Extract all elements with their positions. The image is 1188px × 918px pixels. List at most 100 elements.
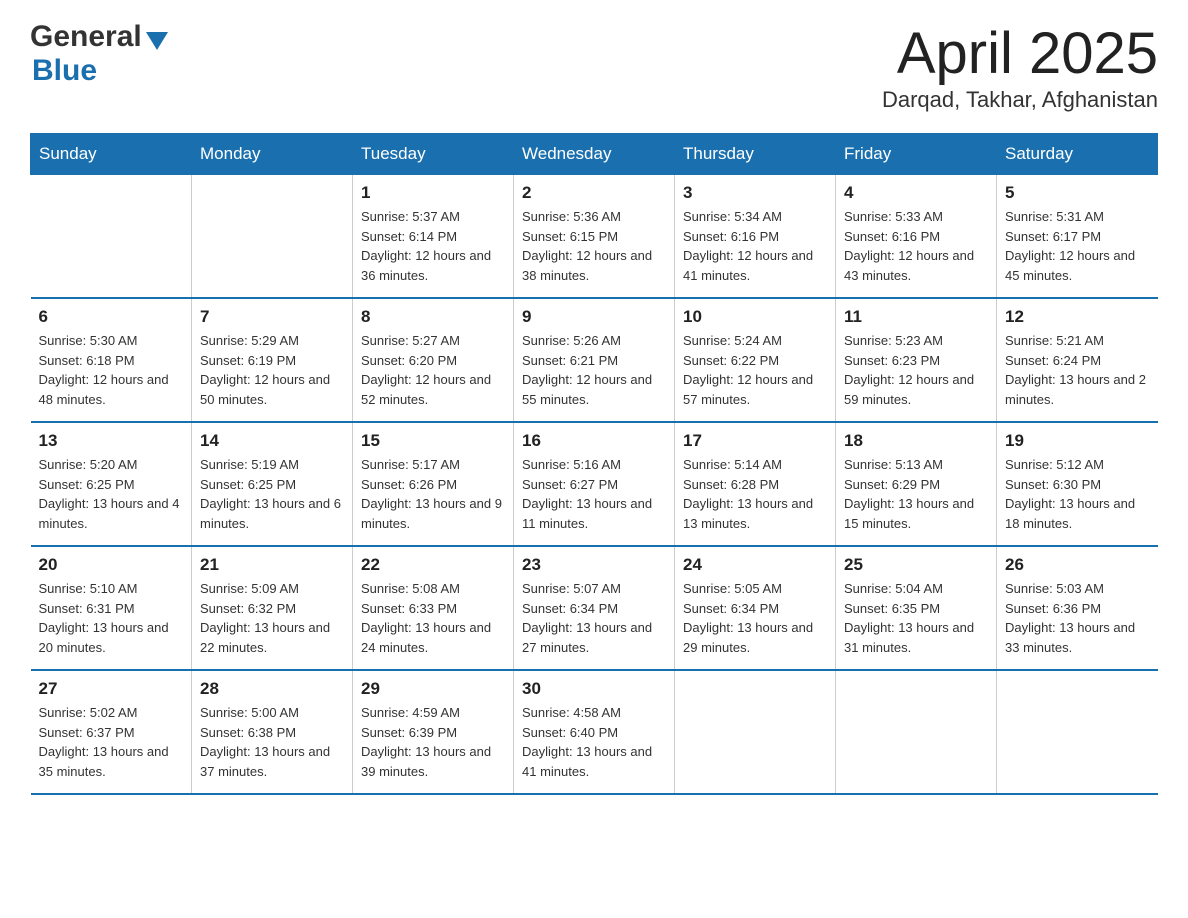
day-cell: 7Sunrise: 5:29 AMSunset: 6:19 PMDaylight… <box>192 298 353 422</box>
day-cell: 17 Sunrise: 5:14 AMSunset: 6:28 PMDayligh… <box>675 422 836 546</box>
day-info: Sunrise: 5:23 AMSunset: 6:23 PMDaylight:… <box>844 331 988 409</box>
day-cell: 11 Sunrise: 5:23 AMSunset: 6:23 PMDayligh… <box>836 298 997 422</box>
day-info: Sunrise: 5:24 AMSunset: 6:22 PMDaylight:… <box>683 331 827 409</box>
logo-arrow-icon <box>146 32 168 50</box>
week-row-1: 6Sunrise: 5:30 AMSunset: 6:18 PMDaylight… <box>31 298 1158 422</box>
day-info: Sunrise: 5:10 AMSunset: 6:31 PMDaylight:… <box>39 579 184 657</box>
week-row-0: 1 Sunrise: 5:37 AMSunset: 6:14 PMDaylight… <box>31 175 1158 299</box>
location-title: Darqad, Takhar, Afghanistan <box>882 87 1158 113</box>
day-cell: 6Sunrise: 5:30 AMSunset: 6:18 PMDaylight… <box>31 298 192 422</box>
day-cell: 29 Sunrise: 4:59 AMSunset: 6:39 PMDayligh… <box>353 670 514 794</box>
header-wednesday: Wednesday <box>514 134 675 175</box>
day-number: 23 <box>522 555 666 575</box>
day-info: Sunrise: 5:14 AMSunset: 6:28 PMDaylight:… <box>683 455 827 533</box>
day-number: 1 <box>361 183 505 203</box>
day-info: Sunrise: 5:27 AMSunset: 6:20 PMDaylight:… <box>361 331 505 409</box>
day-cell: 4Sunrise: 5:33 AMSunset: 6:16 PMDaylight… <box>836 175 997 299</box>
day-info: Sunrise: 5:21 AMSunset: 6:24 PMDaylight:… <box>1005 331 1150 409</box>
day-cell <box>675 670 836 794</box>
week-row-4: 27 Sunrise: 5:02 AMSunset: 6:37 PMDayligh… <box>31 670 1158 794</box>
day-info: Sunrise: 5:13 AMSunset: 6:29 PMDaylight:… <box>844 455 988 533</box>
day-cell: 5 Sunrise: 5:31 AMSunset: 6:17 PMDaylight… <box>997 175 1158 299</box>
day-info: Sunrise: 5:09 AMSunset: 6:32 PMDaylight:… <box>200 579 344 657</box>
day-number: 14 <box>200 431 344 451</box>
day-number: 3 <box>683 183 827 203</box>
day-cell: 28 Sunrise: 5:00 AMSunset: 6:38 PMDayligh… <box>192 670 353 794</box>
day-info: Sunrise: 5:19 AMSunset: 6:25 PMDaylight:… <box>200 455 344 533</box>
day-cell: 13Sunrise: 5:20 AMSunset: 6:25 PMDayligh… <box>31 422 192 546</box>
day-info: Sunrise: 5:37 AMSunset: 6:14 PMDaylight:… <box>361 207 505 285</box>
week-row-2: 13Sunrise: 5:20 AMSunset: 6:25 PMDayligh… <box>31 422 1158 546</box>
day-number: 11 <box>844 307 988 327</box>
day-cell: 30Sunrise: 4:58 AMSunset: 6:40 PMDayligh… <box>514 670 675 794</box>
day-info: Sunrise: 5:12 AMSunset: 6:30 PMDaylight:… <box>1005 455 1150 533</box>
day-cell: 19 Sunrise: 5:12 AMSunset: 6:30 PMDayligh… <box>997 422 1158 546</box>
day-info: Sunrise: 4:59 AMSunset: 6:39 PMDaylight:… <box>361 703 505 781</box>
day-cell: 18Sunrise: 5:13 AMSunset: 6:29 PMDayligh… <box>836 422 997 546</box>
day-number: 13 <box>39 431 184 451</box>
day-number: 21 <box>200 555 344 575</box>
header-thursday: Thursday <box>675 134 836 175</box>
day-cell: 3 Sunrise: 5:34 AMSunset: 6:16 PMDaylight… <box>675 175 836 299</box>
calendar-table: SundayMondayTuesdayWednesdayThursdayFrid… <box>30 133 1158 795</box>
day-number: 28 <box>200 679 344 699</box>
day-info: Sunrise: 5:33 AMSunset: 6:16 PMDaylight:… <box>844 207 988 285</box>
day-cell: 16Sunrise: 5:16 AMSunset: 6:27 PMDayligh… <box>514 422 675 546</box>
page-header: General Blue April 2025 Darqad, Takhar, … <box>30 20 1158 113</box>
day-number: 15 <box>361 431 505 451</box>
day-info: Sunrise: 5:31 AMSunset: 6:17 PMDaylight:… <box>1005 207 1150 285</box>
day-number: 19 <box>1005 431 1150 451</box>
day-cell: 14 Sunrise: 5:19 AMSunset: 6:25 PMDayligh… <box>192 422 353 546</box>
day-cell <box>31 175 192 299</box>
day-cell: 26 Sunrise: 5:03 AMSunset: 6:36 PMDayligh… <box>997 546 1158 670</box>
day-number: 27 <box>39 679 184 699</box>
day-number: 26 <box>1005 555 1150 575</box>
day-cell: 15 Sunrise: 5:17 AMSunset: 6:26 PMDayligh… <box>353 422 514 546</box>
day-cell: 2 Sunrise: 5:36 AMSunset: 6:15 PMDaylight… <box>514 175 675 299</box>
day-info: Sunrise: 5:00 AMSunset: 6:38 PMDaylight:… <box>200 703 344 781</box>
header-friday: Friday <box>836 134 997 175</box>
week-row-3: 20Sunrise: 5:10 AMSunset: 6:31 PMDayligh… <box>31 546 1158 670</box>
day-info: Sunrise: 5:30 AMSunset: 6:18 PMDaylight:… <box>39 331 184 409</box>
day-info: Sunrise: 5:26 AMSunset: 6:21 PMDaylight:… <box>522 331 666 409</box>
day-info: Sunrise: 5:17 AMSunset: 6:26 PMDaylight:… <box>361 455 505 533</box>
day-info: Sunrise: 5:29 AMSunset: 6:19 PMDaylight:… <box>200 331 344 409</box>
day-info: Sunrise: 5:36 AMSunset: 6:15 PMDaylight:… <box>522 207 666 285</box>
day-cell: 21 Sunrise: 5:09 AMSunset: 6:32 PMDayligh… <box>192 546 353 670</box>
day-number: 16 <box>522 431 666 451</box>
day-number: 24 <box>683 555 827 575</box>
day-cell: 27 Sunrise: 5:02 AMSunset: 6:37 PMDayligh… <box>31 670 192 794</box>
day-cell <box>836 670 997 794</box>
day-info: Sunrise: 5:02 AMSunset: 6:37 PMDaylight:… <box>39 703 184 781</box>
day-info: Sunrise: 5:03 AMSunset: 6:36 PMDaylight:… <box>1005 579 1150 657</box>
day-cell: 20Sunrise: 5:10 AMSunset: 6:31 PMDayligh… <box>31 546 192 670</box>
day-number: 8 <box>361 307 505 327</box>
logo-general-text: General <box>30 20 142 54</box>
day-cell: 25Sunrise: 5:04 AMSunset: 6:35 PMDayligh… <box>836 546 997 670</box>
day-cell <box>997 670 1158 794</box>
day-info: Sunrise: 5:04 AMSunset: 6:35 PMDaylight:… <box>844 579 988 657</box>
header-saturday: Saturday <box>997 134 1158 175</box>
day-cell: 24 Sunrise: 5:05 AMSunset: 6:34 PMDayligh… <box>675 546 836 670</box>
day-number: 17 <box>683 431 827 451</box>
logo: General Blue <box>30 20 168 88</box>
day-cell: 22Sunrise: 5:08 AMSunset: 6:33 PMDayligh… <box>353 546 514 670</box>
day-info: Sunrise: 5:34 AMSunset: 6:16 PMDaylight:… <box>683 207 827 285</box>
title-section: April 2025 Darqad, Takhar, Afghanistan <box>882 20 1158 113</box>
day-number: 9 <box>522 307 666 327</box>
day-number: 2 <box>522 183 666 203</box>
day-cell <box>192 175 353 299</box>
day-number: 10 <box>683 307 827 327</box>
day-cell: 10 Sunrise: 5:24 AMSunset: 6:22 PMDayligh… <box>675 298 836 422</box>
day-cell: 1 Sunrise: 5:37 AMSunset: 6:14 PMDaylight… <box>353 175 514 299</box>
day-info: Sunrise: 5:05 AMSunset: 6:34 PMDaylight:… <box>683 579 827 657</box>
month-year-title: April 2025 <box>882 20 1158 87</box>
day-cell: 8 Sunrise: 5:27 AMSunset: 6:20 PMDaylight… <box>353 298 514 422</box>
logo-blue-text: Blue <box>32 54 97 88</box>
day-number: 29 <box>361 679 505 699</box>
day-number: 5 <box>1005 183 1150 203</box>
day-info: Sunrise: 5:08 AMSunset: 6:33 PMDaylight:… <box>361 579 505 657</box>
calendar-header-row: SundayMondayTuesdayWednesdayThursdayFrid… <box>31 134 1158 175</box>
header-sunday: Sunday <box>31 134 192 175</box>
day-info: Sunrise: 5:07 AMSunset: 6:34 PMDaylight:… <box>522 579 666 657</box>
